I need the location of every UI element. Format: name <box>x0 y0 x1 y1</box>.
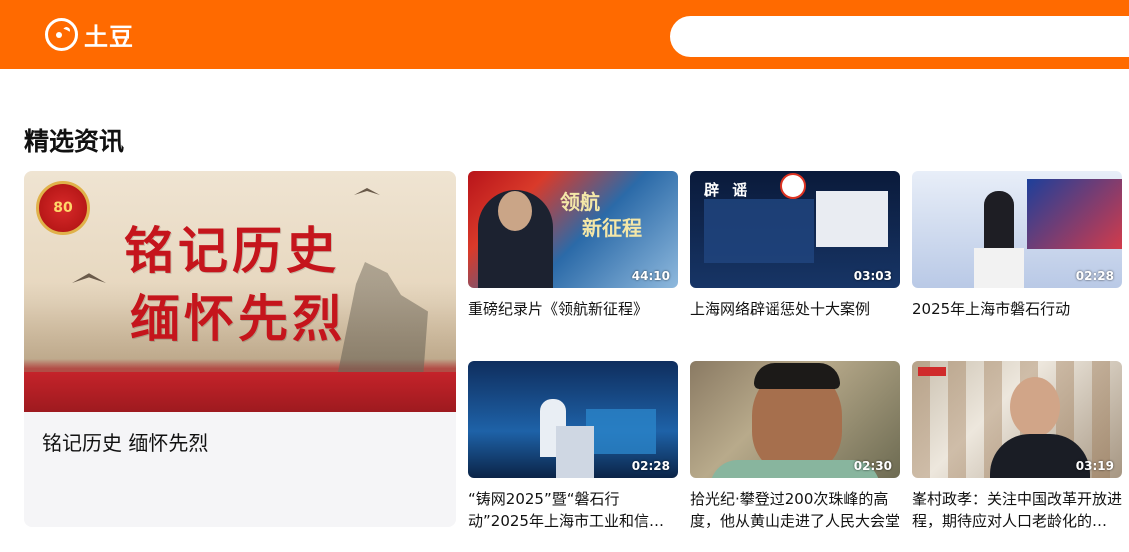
top-bar: 土豆 <box>0 0 1129 69</box>
video-title[interactable]: 拾光纪·攀登过200次珠峰的高度，他从黄山走进了人民大会堂 <box>690 488 900 532</box>
anniversary-badge: 80 <box>36 181 90 235</box>
search-input[interactable] <box>670 16 1129 57</box>
bird-icon <box>72 273 106 283</box>
video-duration: 02:30 <box>853 459 892 473</box>
person-face <box>498 191 532 231</box>
podium <box>974 248 1024 288</box>
logo[interactable]: 土豆 <box>45 17 134 51</box>
video-title[interactable]: 峯村政孝：关注中国改革开放进程，期待应对人口老龄化的中国方案 <box>912 488 1122 532</box>
featured-calligraphy: 铭记历史 缅怀先烈 <box>124 221 346 348</box>
video-duration: 03:03 <box>853 269 892 283</box>
featured-title[interactable]: 铭记历史 缅怀先烈 <box>42 427 208 456</box>
video-card[interactable]: 02:30 拾光纪·攀登过200次珠峰的高度，他从黄山走进了人民大会堂 <box>690 361 900 532</box>
video-title[interactable]: 2025年上海市磐石行动 <box>912 298 1122 320</box>
video-thumbnail[interactable]: 03:19 <box>912 361 1122 478</box>
video-duration: 02:28 <box>631 459 670 473</box>
document-graphic <box>816 191 888 247</box>
text-panel <box>704 199 814 263</box>
video-card[interactable]: 领航 新征程 44:10 重磅纪录片《领航新征程》 <box>468 171 678 320</box>
featured-thumbnail[interactable]: 80 铭记历史 缅怀先烈 <box>24 171 456 412</box>
thumbnail-caption: 领航 新征程 <box>560 190 642 240</box>
rumor-stamp-icon <box>780 173 806 199</box>
channel-tag <box>918 367 946 376</box>
video-duration: 44:10 <box>631 269 670 283</box>
section-title: 精选资讯 <box>24 127 125 156</box>
monument-statue <box>338 262 428 372</box>
video-card[interactable]: 02:28 “铸网2025”暨“磐石行动”2025年上海市工业和信息化领域网络安… <box>468 361 678 532</box>
featured-card[interactable]: 80 铭记历史 缅怀先烈 铭记历史 缅怀先烈 <box>24 171 456 527</box>
person-hair <box>754 363 840 389</box>
video-thumbnail[interactable]: 02:28 <box>468 361 678 478</box>
video-card[interactable]: 辟 谣 03:03 上海网络辟谣惩处十大案例 <box>690 171 900 320</box>
tudou-face-icon <box>45 17 78 51</box>
podium <box>556 426 594 478</box>
video-title[interactable]: 上海网络辟谣惩处十大案例 <box>690 298 900 320</box>
video-thumbnail[interactable]: 领航 新征程 44:10 <box>468 171 678 288</box>
video-duration: 02:28 <box>1075 269 1114 283</box>
video-title[interactable]: 重磅纪录片《领航新征程》 <box>468 298 678 320</box>
stage-screen <box>586 409 656 454</box>
person-face <box>1010 377 1060 437</box>
speaker-figure <box>984 191 1014 251</box>
bird-icon <box>354 188 380 195</box>
video-card[interactable]: 02:28 2025年上海市磐石行动 <box>912 171 1122 320</box>
video-title[interactable]: “铸网2025”暨“磐石行动”2025年上海市工业和信息化领域网络安全实战攻防演… <box>468 488 678 532</box>
video-thumbnail[interactable]: 02:28 <box>912 171 1122 288</box>
video-thumbnail[interactable]: 辟 谣 03:03 <box>690 171 900 288</box>
video-duration: 03:19 <box>1075 459 1114 473</box>
thumbnail-caption: 辟 谣 <box>704 181 752 199</box>
video-thumbnail[interactable]: 02:30 <box>690 361 900 478</box>
stage-screen <box>1027 179 1122 249</box>
video-card[interactable]: 03:19 峯村政孝：关注中国改革开放进程，期待应对人口老龄化的中国方案 <box>912 361 1122 532</box>
logo-text: 土豆 <box>84 22 134 51</box>
